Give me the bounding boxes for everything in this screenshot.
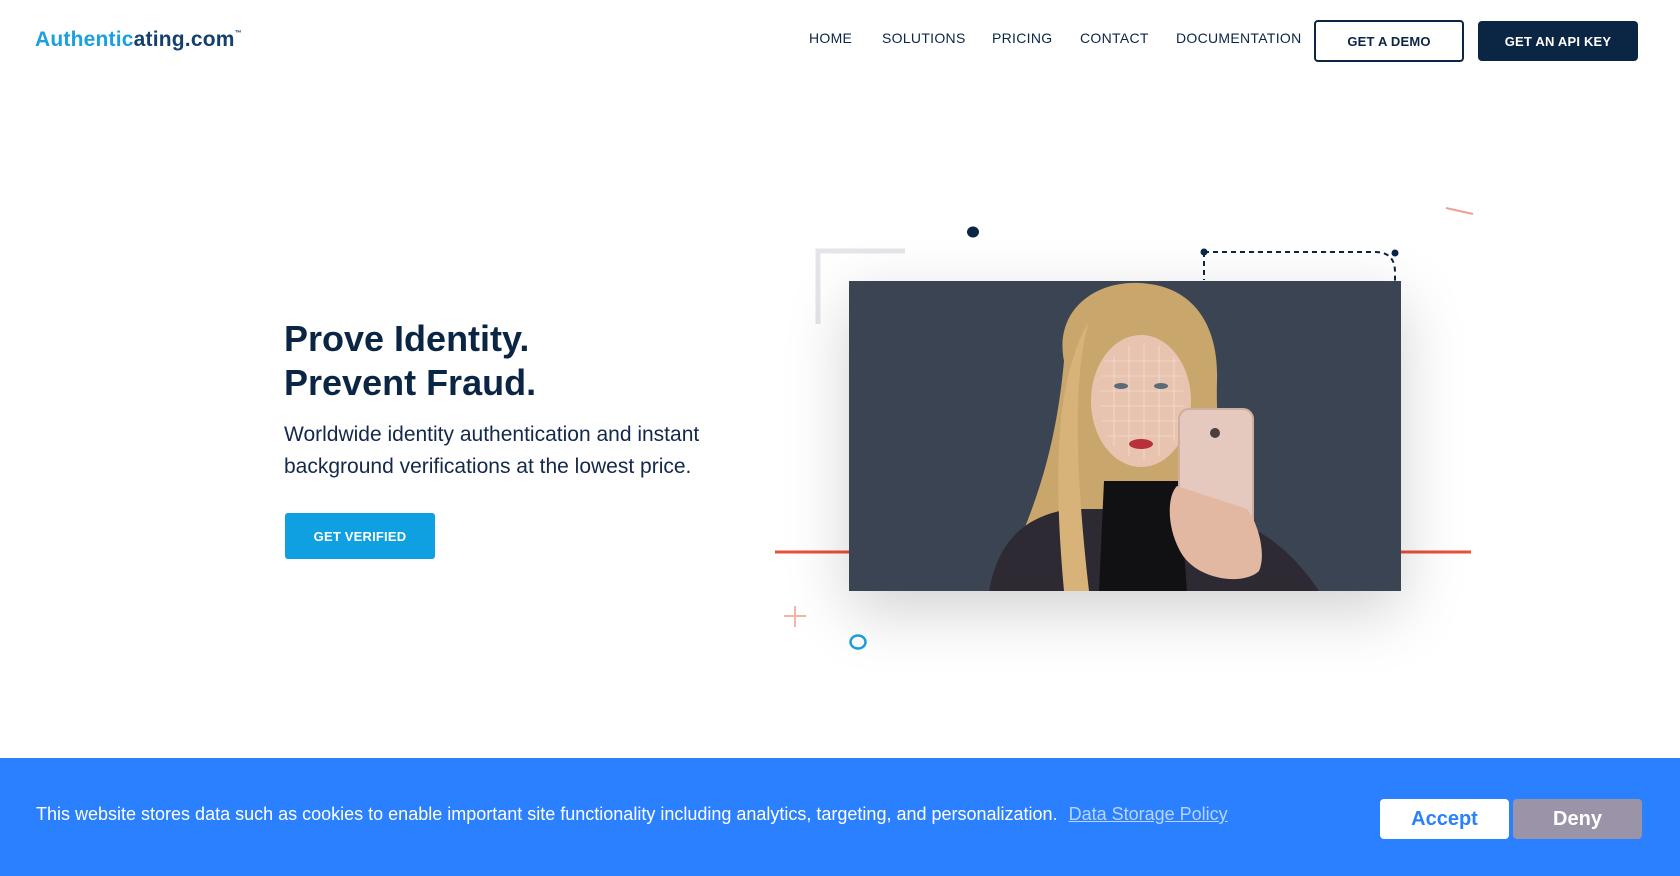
nav-documentation[interactable]: DOCUMENTATION: [1176, 30, 1301, 46]
headline-line2: Prevent Fraud.: [284, 362, 537, 403]
dot-navy: [967, 226, 979, 238]
cookie-message: This website stores data such as cookies…: [36, 804, 1058, 824]
data-storage-policy-link[interactable]: Data Storage Policy: [1069, 804, 1228, 824]
headline-line1: Prove Identity.: [284, 318, 530, 359]
nav-contact[interactable]: CONTACT: [1080, 30, 1149, 46]
get-demo-button[interactable]: GET A DEMO: [1314, 20, 1464, 62]
hero-photo: [849, 281, 1401, 591]
logo-text-part1: Authentic: [35, 28, 134, 51]
deny-button[interactable]: Deny: [1513, 799, 1642, 839]
nav-solutions[interactable]: SOLUTIONS: [882, 30, 966, 46]
nav-pricing[interactable]: PRICING: [992, 30, 1052, 46]
logo-text-part2: ating.com: [133, 28, 235, 51]
ring-icon: [849, 634, 867, 650]
cookie-banner: This website stores data such as cookies…: [0, 758, 1680, 876]
nav-home[interactable]: HOME: [809, 30, 852, 46]
cookie-message-row: This website stores data such as cookies…: [36, 804, 1228, 825]
hero-headline: Prove Identity. Prevent Fraud.: [284, 317, 536, 405]
get-verified-button[interactable]: GET VERIFIED: [285, 513, 435, 559]
accent-dash: [1445, 207, 1474, 215]
hero-subtext: Worldwide identity authentication and in…: [284, 423, 700, 478]
logo[interactable]: Authenticating.com™: [35, 28, 242, 52]
trademark: ™: [234, 30, 242, 37]
site-header: Authenticating.com™ HOME SOLUTIONS PRICI…: [0, 0, 1680, 82]
woman-selfie-illustration: [849, 281, 1401, 591]
get-api-key-button[interactable]: GET AN API KEY: [1478, 21, 1638, 61]
accept-button[interactable]: Accept: [1380, 799, 1509, 839]
